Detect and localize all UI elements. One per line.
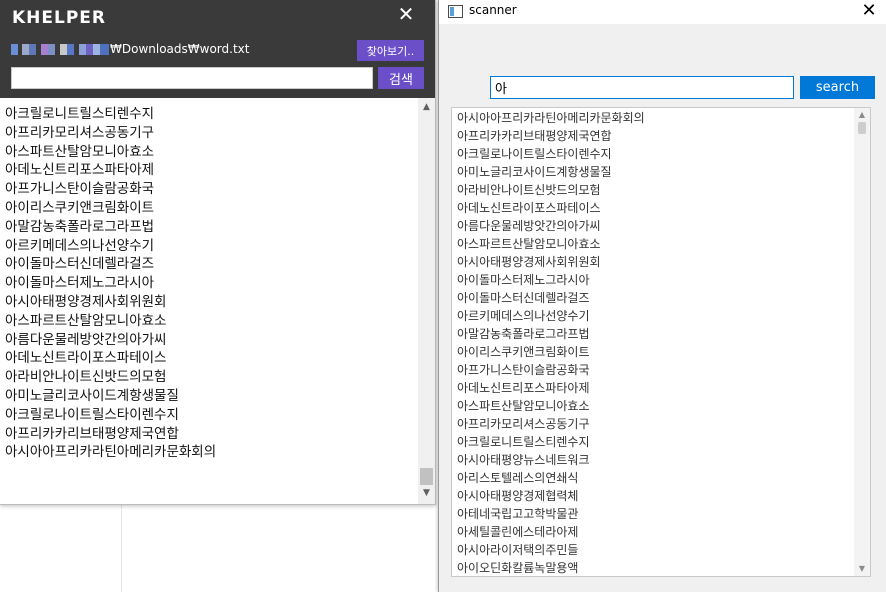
background-divider xyxy=(121,504,122,592)
list-item[interactable]: 아프리카모리셔스공동기구 xyxy=(0,124,418,143)
scanner-search-input[interactable] xyxy=(490,76,794,99)
list-item[interactable]: 아스파트산탈암모니아효소 xyxy=(0,143,418,162)
list-item[interactable]: 아프리카카리브태평양제국연합 xyxy=(0,425,418,444)
list-item[interactable]: 아이돌마스터제노그라시아 xyxy=(452,271,854,289)
close-icon[interactable]: ✕ xyxy=(859,1,879,21)
list-item[interactable]: 아시아라이저택의주민들 xyxy=(452,541,854,559)
list-item[interactable]: 아데노신트리포스파타아제 xyxy=(452,379,854,397)
list-item[interactable]: 아스파르트산탈암모니아효소 xyxy=(452,235,854,253)
scroll-up-icon[interactable]: ▲ xyxy=(854,109,870,121)
file-path-text: ₩Downloads₩word.txt xyxy=(110,42,250,56)
list-item[interactable]: 아프리카모리셔스공동기구 xyxy=(452,415,854,433)
list-item[interactable]: 아세틸콜린에스테라아제 xyxy=(452,523,854,541)
list-item[interactable]: 아프가니스탄이슬람공화국 xyxy=(452,361,854,379)
redacted-path-mosaic xyxy=(11,43,109,55)
scanner-title: scanner xyxy=(469,3,517,17)
list-item[interactable]: 아시아태평양경제사회위원회 xyxy=(452,253,854,271)
list-item[interactable]: 아이리스쿠키앤크림화이트 xyxy=(0,199,418,218)
scroll-thumb[interactable] xyxy=(420,468,433,485)
scanner-scrollbar[interactable]: ▲ ▼ xyxy=(854,108,870,576)
list-item[interactable]: 아프가니스탄이슬람공화국 xyxy=(0,180,418,199)
list-item[interactable]: 아데노신트라이포스파테이스 xyxy=(452,199,854,217)
list-item[interactable]: 아이돌마스터신데렐라걸즈 xyxy=(452,289,854,307)
list-item[interactable]: 아라비안나이트신밧드의모험 xyxy=(452,181,854,199)
browse-button[interactable]: 찾아보기.. xyxy=(357,40,424,61)
list-item[interactable]: 아테네국립고고학박물관 xyxy=(452,505,854,523)
app-window-icon xyxy=(448,5,463,18)
khelper-window: KHELPER ✕ ₩Downloads₩word.txt 찾아보기.. 검색 … xyxy=(0,0,436,505)
list-item[interactable]: 아시아아프리카라틴아메리카문화회의 xyxy=(452,109,854,127)
scanner-search-button[interactable]: search xyxy=(800,76,875,99)
close-icon[interactable]: ✕ xyxy=(396,4,416,24)
list-item[interactable]: 아말감농축폴라로그라프법 xyxy=(452,325,854,343)
list-item[interactable]: 아데노신트라이포스파테이스 xyxy=(0,349,418,368)
khelper-search-button[interactable]: 검색 xyxy=(378,67,424,89)
list-item[interactable]: 아시아태평양뉴스네트워크 xyxy=(452,451,854,469)
list-item[interactable]: 아크릴로나이트릴스타이렌수지 xyxy=(0,406,418,425)
khelper-header: KHELPER ✕ ₩Downloads₩word.txt 찾아보기.. 검색 xyxy=(0,0,435,98)
list-item[interactable]: 아스파트산탈암모니아효소 xyxy=(452,397,854,415)
scanner-window: scanner ✕ search 아시아아프리카라틴아메리카문화회의 아프리카카… xyxy=(438,0,886,592)
khelper-scrollbar[interactable]: ▲ ▼ xyxy=(418,98,435,504)
list-item[interactable]: 아르키메데스의나선양수기 xyxy=(452,307,854,325)
scroll-down-icon[interactable]: ▼ xyxy=(854,563,870,575)
list-item[interactable]: 아미노글리코사이드계항생물질 xyxy=(0,387,418,406)
list-item[interactable]: 아름다운물레방앗간의아가씨 xyxy=(452,217,854,235)
list-item[interactable]: 아미노글리코사이드계항생물질 xyxy=(452,163,854,181)
scanner-results-list[interactable]: 아시아아프리카라틴아메리카문화회의 아프리카카리브태평양제국연합 아크릴로나이트… xyxy=(452,109,854,576)
khelper-word-list[interactable]: 아크릴로니트릴스티렌수지 아프리카모리셔스공동기구 아스파트산탈암모니아효소 아… xyxy=(0,98,418,511)
list-item[interactable]: 아라비안나이트신밧드의모험 xyxy=(0,368,418,387)
khelper-title: KHELPER xyxy=(12,8,107,28)
khelper-search-input[interactable] xyxy=(11,67,373,89)
list-item[interactable]: 아말감농축폴라로그라프법 xyxy=(0,218,418,237)
list-item[interactable]: 아시아태평양경제협력체 xyxy=(452,487,854,505)
list-item[interactable]: 아크릴로니트릴스티렌수지 xyxy=(0,105,418,124)
scanner-titlebar: scanner ✕ xyxy=(439,0,886,24)
list-item[interactable]: 아크릴로니트릴스티렌수지 xyxy=(452,433,854,451)
list-item[interactable]: 아데노신트리포스파타아제 xyxy=(0,161,418,180)
list-item[interactable]: 아이리스쿠키앤크림화이트 xyxy=(452,343,854,361)
list-item[interactable]: 아름다운물레방앗간의아가씨 xyxy=(0,331,418,350)
list-item[interactable]: 아크릴로나이트릴스타이렌수지 xyxy=(452,145,854,163)
list-item[interactable]: 아이오딘화칼륨녹말용액 xyxy=(452,559,854,576)
list-item[interactable]: 아시아태평양경제사회위원회 xyxy=(0,293,418,312)
list-item[interactable]: 아프리카카리브태평양제국연합 xyxy=(452,127,854,145)
list-item[interactable]: 아이돌마스터신데렐라걸즈 xyxy=(0,255,418,274)
list-item[interactable]: 아스파르트산탈암모니아효소 xyxy=(0,312,418,331)
list-item[interactable]: 아시아아프리카라틴아메리카문화회의 xyxy=(0,443,418,462)
list-item[interactable]: 아이돌마스터제노그라시아 xyxy=(0,274,418,293)
file-path: ₩Downloads₩word.txt xyxy=(11,41,249,57)
scroll-thumb[interactable] xyxy=(858,122,866,134)
scanner-results-listbox[interactable]: 아시아아프리카라틴아메리카문화회의 아프리카카리브태평양제국연합 아크릴로나이트… xyxy=(451,107,871,577)
list-item[interactable]: 아리스토텔레스의연쇄식 xyxy=(452,469,854,487)
scroll-up-icon[interactable]: ▲ xyxy=(418,100,435,114)
scroll-down-icon[interactable]: ▼ xyxy=(418,486,435,500)
list-item[interactable]: 아르키메데스의나선양수기 xyxy=(0,237,418,256)
